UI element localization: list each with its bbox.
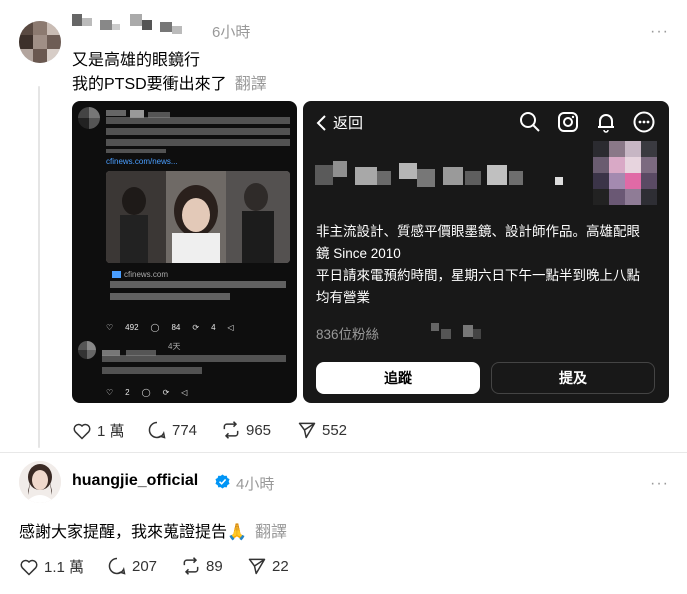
post-time: 6小時: [212, 24, 251, 41]
back-label: 返回: [333, 115, 364, 132]
post-time: 4小時: [236, 476, 275, 493]
comment-count: 774: [172, 421, 198, 439]
avatar[interactable]: [19, 21, 61, 63]
like-count: 2: [125, 388, 130, 397]
like-button[interactable]: 1.1 萬: [19, 556, 84, 577]
repost-count: 965: [246, 421, 272, 439]
share-count: 22: [272, 557, 289, 575]
avatar[interactable]: [19, 461, 61, 503]
post-text: 感謝大家提醒，我來蒐證提告🙏: [19, 524, 247, 541]
embedded-screenshot-left[interactable]: cfinews.com/news... cfinews.com ♡ 492 ◯ 84…: [72, 101, 297, 403]
verified-badge-icon: [215, 474, 230, 489]
repost-count: 89: [206, 557, 223, 575]
bio-line: 均有營業: [316, 290, 370, 305]
comment-icon: [108, 557, 126, 575]
search-icon[interactable]: [519, 111, 541, 133]
blurred-profile-name: [315, 161, 565, 191]
comment-icon: ◯: [150, 323, 160, 332]
post-text-line: 感謝大家提醒，我來蒐證提告🙏 翻譯: [19, 518, 287, 542]
comment-button[interactable]: 774: [147, 420, 197, 440]
follower-count[interactable]: 836位粉絲: [316, 323, 379, 343]
share-button[interactable]: 22: [247, 556, 289, 576]
like-button[interactable]: 1 萬: [72, 420, 125, 441]
profile-bio: 非主流設計、質感平價眼墨鏡、設計師作品。高雄配眼 鏡 Since 2010 平日…: [316, 221, 661, 309]
more-options-icon[interactable]: ···: [650, 23, 669, 41]
bio-line: 平日請來電預約時間，星期六日下午一點半到晚上八點: [316, 268, 640, 283]
share-button[interactable]: 552: [297, 420, 347, 440]
comment-count: 84: [171, 323, 181, 332]
blurred-headline: [110, 281, 286, 303]
repost-button[interactable]: 89: [181, 556, 223, 576]
share-count: 552: [322, 421, 348, 439]
blurred-username: [106, 105, 176, 118]
embedded-screenshot-right[interactable]: 返回 非主流設計、質感平價眼墨鏡、設計師作品。高雄配眼 鏡 Since 2010…: [303, 101, 669, 403]
blurred-post-text: [106, 117, 290, 153]
comment-button[interactable]: 207: [107, 556, 157, 576]
post-text-line: 又是高雄的眼鏡行: [72, 52, 201, 69]
heart-icon: ♡: [106, 323, 114, 332]
heart-icon: [20, 559, 38, 576]
share-icon: [298, 422, 316, 439]
avatar: [78, 107, 100, 129]
avatar: [78, 341, 96, 359]
reply-stats: ♡ 2 ◯ ⟳ ◁: [106, 387, 187, 398]
repost-icon: ⟳: [162, 388, 170, 397]
follow-button[interactable]: 追蹤: [316, 362, 480, 394]
repost-button[interactable]: 965: [221, 420, 271, 440]
share-icon: ◁: [227, 323, 234, 332]
username[interactable]: huangjie_official: [72, 472, 198, 490]
bio-line: 鏡 Since 2010: [316, 246, 401, 261]
comment-icon: [148, 421, 166, 439]
more-options-icon[interactable]: ···: [650, 475, 669, 493]
profile-avatar: [593, 141, 657, 205]
bell-icon[interactable]: [595, 111, 617, 133]
chevron-left-icon: [316, 114, 326, 131]
translate-link[interactable]: 翻譯: [255, 524, 287, 541]
repost-icon: ⟳: [192, 323, 200, 332]
blurred-reply-text: [102, 355, 286, 377]
source-icon: [112, 271, 121, 278]
thread-line: [38, 86, 40, 448]
comment-count: 207: [132, 557, 158, 575]
more-options-icon[interactable]: [633, 111, 655, 133]
like-count: 1.1 萬: [44, 559, 85, 576]
news-link[interactable]: cfinews.com/news...: [106, 156, 178, 167]
embed-stats: ♡ 492 ◯ 84 ⟳ 4 ◁: [106, 322, 234, 333]
reply-time: 4天: [168, 342, 181, 351]
post-text: 我的PTSD要衝出來了: [72, 76, 227, 93]
translate-link[interactable]: 翻譯: [235, 76, 267, 93]
news-photo: [106, 171, 290, 263]
share-icon: ◁: [181, 388, 188, 397]
bio-line: 非主流設計、質感平價眼墨鏡、設計師作品。高雄配眼: [316, 224, 640, 239]
divider: [0, 452, 687, 453]
share-icon: [248, 558, 266, 575]
like-count: 1 萬: [97, 423, 125, 440]
back-button[interactable]: 返回: [315, 112, 363, 133]
instagram-icon[interactable]: [557, 111, 579, 133]
blurred-username: [102, 343, 162, 356]
heart-icon: ♡: [106, 388, 114, 397]
repost-icon: [223, 421, 239, 439]
username-pixelated[interactable]: [72, 14, 190, 36]
repost-count: 4: [211, 323, 216, 332]
comment-icon: ◯: [141, 388, 151, 397]
news-source: cfinews.com: [124, 270, 169, 279]
repost-icon: [183, 557, 199, 575]
like-count: 492: [125, 323, 139, 332]
post-text-line: 我的PTSD要衝出來了 翻譯: [72, 70, 267, 94]
heart-icon: [73, 423, 91, 440]
mention-button[interactable]: 提及: [491, 362, 655, 394]
blurred-follower-avatars: [423, 321, 483, 341]
